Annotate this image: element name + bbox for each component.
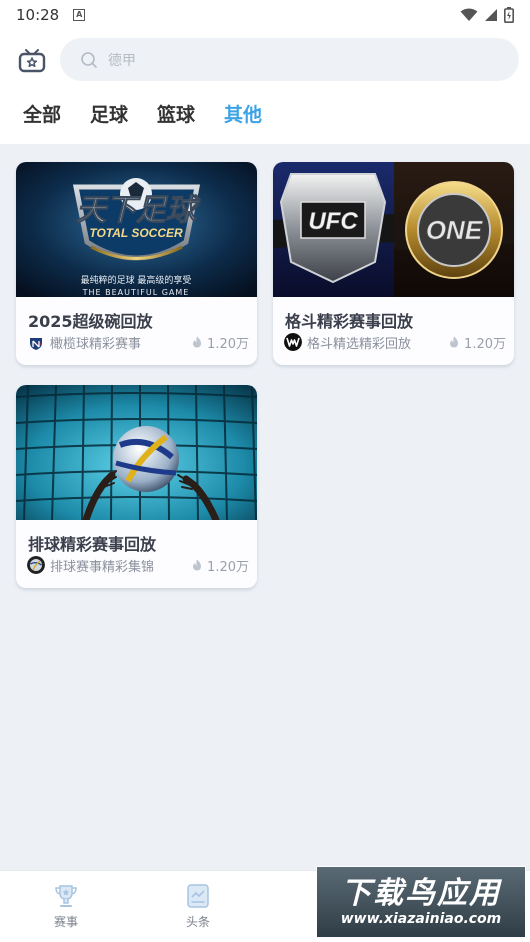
volleyball-thumbnail bbox=[16, 385, 257, 520]
card-meta: 格斗精选精彩回放 1.20万 bbox=[284, 332, 506, 352]
views-count: 1.20万 bbox=[464, 336, 506, 352]
status-indicators bbox=[460, 7, 514, 23]
card-views: 1.20万 bbox=[192, 333, 249, 352]
thumb-caption: 最纯粹的足球 最高级的享受 bbox=[81, 274, 192, 286]
notification-icon: A bbox=[73, 9, 86, 21]
card-thumbnail bbox=[16, 385, 257, 520]
nfl-shield-icon bbox=[27, 333, 45, 351]
flame-icon bbox=[193, 559, 202, 571]
signal-icon bbox=[485, 9, 497, 21]
nav-label: 头条 bbox=[185, 915, 210, 929]
tab-other[interactable]: 其他 bbox=[224, 100, 262, 127]
volleyball-avatar-icon bbox=[27, 556, 45, 574]
thumb-logo-sub: TOTAL SOCCER bbox=[89, 226, 183, 240]
card-views: 1.20万 bbox=[192, 556, 249, 575]
views-count: 1.20万 bbox=[207, 336, 249, 352]
nav-label: 赛事 bbox=[53, 915, 78, 929]
thumb-logo-main: 天下足球 bbox=[76, 194, 201, 227]
news-icon bbox=[187, 884, 209, 908]
wwe-logo-icon bbox=[284, 333, 302, 351]
category-tabs: 全部 足球 篮球 其他 bbox=[0, 100, 530, 130]
views-count: 1.20万 bbox=[207, 559, 249, 575]
nav-item-events[interactable]: 赛事 bbox=[36, 883, 96, 930]
card-views: 1.20万 bbox=[449, 333, 506, 352]
card-meta: 橄榄球精彩赛事 1.20万 bbox=[27, 332, 249, 352]
search-input[interactable]: 德甲 bbox=[60, 38, 519, 81]
flame-icon bbox=[193, 336, 202, 348]
card-meta: 排球赛事精彩集锦 1.20万 bbox=[27, 555, 249, 575]
thumb-left-belt: UFC bbox=[308, 208, 358, 235]
watermark-url: www.xiazainiao.com bbox=[340, 911, 502, 927]
status-time: 10:28 bbox=[16, 6, 60, 24]
wifi-icon bbox=[460, 8, 478, 21]
thumb-caption-en: THE BEAUTIFUL GAME bbox=[82, 288, 190, 297]
status-bar: 10:28 A bbox=[0, 0, 530, 30]
watermark-title: 下载鸟应用 bbox=[341, 876, 501, 911]
tab-all[interactable]: 全部 bbox=[23, 100, 61, 127]
card-source: 排球赛事精彩集锦 bbox=[50, 559, 155, 575]
nav-item-headlines[interactable]: 头条 bbox=[168, 883, 228, 930]
thumb-right-belt: ONE bbox=[426, 215, 483, 245]
watermark: 下载鸟应用 www.xiazainiao.com bbox=[316, 866, 526, 938]
video-card[interactable]: 排球精彩赛事回放 排球赛事精彩集锦 1.20万 bbox=[16, 385, 257, 588]
tv-icon[interactable] bbox=[18, 48, 46, 74]
fight-belts-thumbnail: UFC ONE bbox=[273, 162, 514, 297]
header: 德甲 全部 足球 篮球 其他 bbox=[0, 30, 530, 144]
video-card[interactable]: 天下足球 TOTAL SOCCER 最纯粹的足球 最高级的享受 THE BEAU… bbox=[16, 162, 257, 365]
tab-basketball[interactable]: 篮球 bbox=[157, 100, 195, 127]
total-soccer-thumbnail: 天下足球 TOTAL SOCCER 最纯粹的足球 最高级的享受 THE BEAU… bbox=[16, 162, 257, 297]
card-thumbnail: 天下足球 TOTAL SOCCER 最纯粹的足球 最高级的享受 THE BEAU… bbox=[16, 162, 257, 297]
flame-icon bbox=[450, 336, 459, 348]
card-title: 排球精彩赛事回放 bbox=[28, 535, 157, 554]
card-title: 2025超级碗回放 bbox=[28, 312, 153, 331]
video-card[interactable]: UFC ONE 格斗精彩赛事回放 格斗精选精彩回放 1.20万 bbox=[273, 162, 514, 365]
card-thumbnail: UFC ONE bbox=[273, 162, 514, 297]
search-placeholder: 德甲 bbox=[108, 52, 136, 69]
card-source: 格斗精选精彩回放 bbox=[307, 336, 412, 352]
tab-football[interactable]: 足球 bbox=[90, 100, 128, 127]
trophy-icon bbox=[55, 885, 77, 907]
search-icon bbox=[81, 51, 97, 68]
card-source: 橄榄球精彩赛事 bbox=[50, 336, 142, 352]
battery-icon bbox=[504, 7, 514, 23]
card-title: 格斗精彩赛事回放 bbox=[285, 312, 414, 331]
